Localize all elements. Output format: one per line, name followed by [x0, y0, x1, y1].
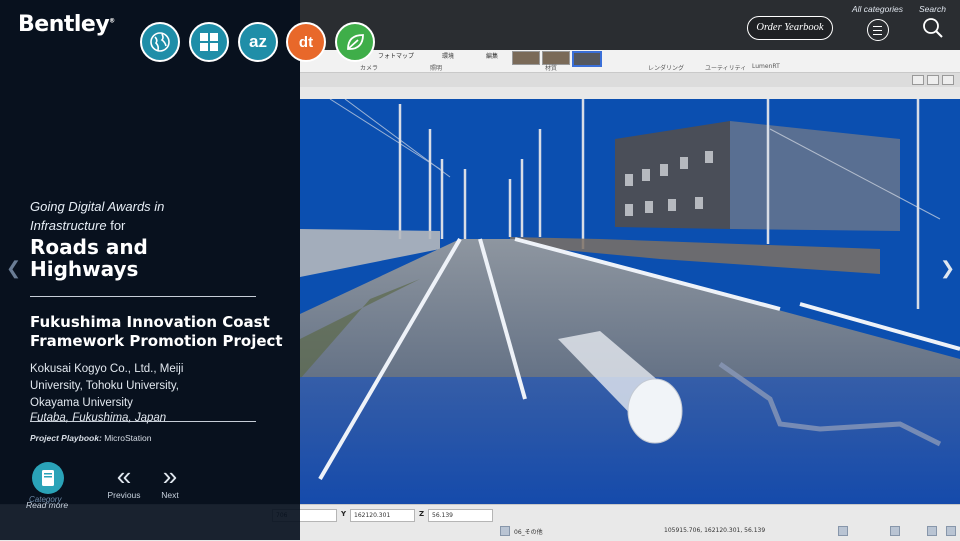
award-line-1: Going Digital Awards in [30, 199, 165, 214]
previous-button[interactable]: « Previous [104, 462, 144, 500]
point-cloud-render [300, 99, 960, 504]
close-icon[interactable] [942, 75, 954, 85]
material-swatch[interactable] [512, 51, 540, 65]
award-line-2: Infrastructure [30, 218, 107, 233]
menu-bar [873, 25, 882, 27]
globe-icon-shape [150, 32, 170, 52]
dt-icon[interactable]: dt [286, 22, 326, 62]
category-title: Roads and Highways [30, 236, 280, 280]
window-controls [912, 75, 954, 85]
project-location: Futaba, Fukushima, Japan [30, 412, 167, 424]
z-coordinate-field[interactable]: 56.139 [428, 509, 493, 522]
orgs-line-2: University, Tohoku University, [30, 380, 179, 392]
award-title: Going Digital Awards in Infrastructure f… [30, 197, 280, 235]
hamburger-menu-icon[interactable] [867, 19, 889, 41]
chevron-right-icon[interactable]: ❯ [940, 258, 955, 279]
minimize-icon[interactable] [912, 75, 924, 85]
leaf-icon-shape [347, 34, 364, 50]
ribbon-group-material: 材質 [545, 65, 558, 72]
search-label[interactable]: Search [919, 4, 946, 14]
status-icon[interactable] [890, 526, 900, 536]
menu-bar [873, 29, 882, 31]
z-coordinate-label: Z [419, 510, 425, 518]
order-yearbook-button[interactable]: Order Yearbook [747, 16, 833, 40]
y-coordinate-field[interactable]: 162120.301 [350, 509, 415, 522]
az-label: az [249, 32, 267, 51]
y-coordinate-label: Y [341, 510, 347, 518]
next-button[interactable]: » Next [150, 462, 190, 500]
globe-icon[interactable] [140, 22, 180, 62]
chevron-left-icon[interactable]: ❮ [6, 258, 21, 279]
search-icon[interactable] [922, 17, 944, 39]
playbook-value: MicroStation [104, 433, 152, 443]
divider [30, 296, 256, 297]
all-categories-label[interactable]: All categories [852, 4, 903, 14]
menu-bar [873, 33, 882, 35]
logo-text: Bentley [18, 12, 110, 37]
playbook-label: Project Playbook: [30, 433, 102, 443]
ribbon-group-lighting: 照明 [430, 65, 443, 72]
material-swatch-selected[interactable] [572, 51, 602, 67]
organizations: Kokusai Kogyo Co., Ltd., Meiji Universit… [30, 361, 260, 412]
view-window-titlebar [300, 73, 960, 88]
ribbon-group-lumenrt: LumenRT [752, 63, 780, 70]
previous-label: Previous [107, 490, 141, 500]
project-info-panel: Bentley® Going Digital Awards in Infrast… [0, 0, 300, 540]
orgs-line-3: Okayama University [30, 397, 133, 409]
status-icon[interactable] [946, 526, 956, 536]
ribbon: フォトマップ 環境 編集 カメラ 照明 材質 レンダリング ユーティリティ Lu… [300, 50, 960, 73]
az-icon[interactable]: az [238, 22, 278, 62]
double-chevron-left-icon: « [116, 461, 132, 491]
project-title: Fukushima Innovation Coast Framework Pro… [30, 313, 290, 351]
award-for: for [110, 218, 126, 233]
grid-icon[interactable] [189, 22, 229, 62]
next-label: Next [161, 490, 179, 500]
read-more-label[interactable]: Read more [26, 500, 68, 510]
book-icon [42, 470, 54, 486]
project-playbook: Project Playbook: MicroStation [30, 433, 151, 443]
dt-label: dt [298, 33, 314, 51]
ribbon-button-edit[interactable]: 編集 [486, 52, 498, 62]
view-toolbar [300, 87, 960, 99]
status-icon[interactable] [838, 526, 848, 536]
ribbon-group-rendering: レンダリング [648, 65, 685, 72]
cursor-position-readout: 105915.706, 162120.301, 56.139 [664, 527, 766, 534]
divider [30, 421, 256, 422]
lock-icon[interactable] [500, 526, 510, 536]
project-line-1: Fukushima Innovation Coast [30, 313, 270, 331]
project-line-2: Framework Promotion Project [30, 332, 283, 350]
point-cloud-viewport[interactable] [300, 99, 960, 504]
leaf-icon[interactable] [335, 22, 375, 62]
grid-icon-shape [200, 33, 218, 51]
maximize-icon[interactable] [927, 75, 939, 85]
registered-mark: ® [109, 17, 115, 25]
double-chevron-right-icon: » [162, 461, 178, 491]
category-line-2: Highways [30, 257, 139, 281]
read-more-button[interactable] [32, 462, 64, 494]
ribbon-group-utility: ユーティリティ [705, 65, 747, 72]
ribbon-button-photomap[interactable]: フォトマップ [378, 52, 414, 62]
bentley-logo[interactable]: Bentley® [18, 12, 115, 37]
ribbon-button-environment[interactable]: 環境 [442, 52, 454, 62]
orgs-line-1: Kokusai Kogyo Co., Ltd., Meiji [30, 363, 184, 375]
status-icon[interactable] [927, 526, 937, 536]
active-level[interactable]: 06_その他 [514, 527, 543, 536]
category-line-1: Roads and [30, 235, 148, 259]
ribbon-group-camera: カメラ [360, 65, 379, 72]
